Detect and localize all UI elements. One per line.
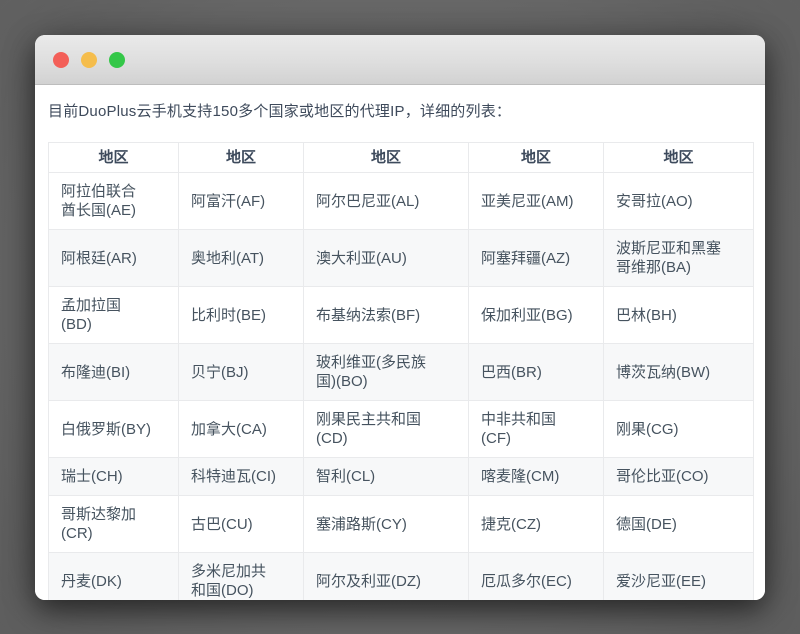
region-cell: 喀麦隆(CM) [469, 458, 604, 496]
region-column-header: 地区 [469, 143, 604, 173]
region-cell: 德国(DE) [604, 496, 754, 553]
window-titlebar[interactable] [35, 35, 765, 85]
intro-text: 目前DuoPlus云手机支持150多个国家或地区的代理IP，详细的列表： [48, 101, 752, 123]
region-cell: 智利(CL) [304, 458, 469, 496]
page-content: 目前DuoPlus云手机支持150多个国家或地区的代理IP，详细的列表： 地区地… [35, 85, 765, 600]
region-cell: 阿根廷(AR) [49, 230, 179, 287]
region-cell: 澳大利亚(AU) [304, 230, 469, 287]
region-cell: 阿尔及利亚(DZ) [304, 553, 469, 601]
region-cell: 古巴(CU) [179, 496, 304, 553]
region-cell: 亚美尼亚(AM) [469, 173, 604, 230]
region-cell: 阿拉伯联合 酋长国(AE) [49, 173, 179, 230]
region-cell: 巴林(BH) [604, 287, 754, 344]
maximize-button[interactable] [109, 52, 125, 68]
region-cell: 厄瓜多尔(EC) [469, 553, 604, 601]
region-cell: 捷克(CZ) [469, 496, 604, 553]
table-row: 布隆迪(BI)贝宁(BJ)玻利维亚(多民族 国)(BO)巴西(BR)博茨瓦纳(B… [49, 344, 754, 401]
region-cell: 布基纳法索(BF) [304, 287, 469, 344]
region-cell: 白俄罗斯(BY) [49, 401, 179, 458]
region-cell: 加拿大(CA) [179, 401, 304, 458]
region-cell: 塞浦路斯(CY) [304, 496, 469, 553]
region-cell: 奥地利(AT) [179, 230, 304, 287]
window-controls [53, 52, 125, 68]
region-table: 地区地区地区地区地区 阿拉伯联合 酋长国(AE)阿富汗(AF)阿尔巴尼亚(AL)… [48, 142, 754, 600]
table-row: 哥斯达黎加 (CR)古巴(CU)塞浦路斯(CY)捷克(CZ)德国(DE) [49, 496, 754, 553]
desktop-background: { "window": { "controls": [ { "name": "c… [0, 35, 800, 634]
region-cell: 瑞士(CH) [49, 458, 179, 496]
table-header-row: 地区地区地区地区地区 [49, 143, 754, 173]
region-cell: 刚果民主共和国 (CD) [304, 401, 469, 458]
table-row: 丹麦(DK)多米尼加共 和国(DO)阿尔及利亚(DZ)厄瓜多尔(EC)爱沙尼亚(… [49, 553, 754, 601]
region-cell: 阿尔巴尼亚(AL) [304, 173, 469, 230]
region-cell: 波斯尼亚和黑塞 哥维那(BA) [604, 230, 754, 287]
region-cell: 巴西(BR) [469, 344, 604, 401]
region-cell: 比利时(BE) [179, 287, 304, 344]
table-row: 白俄罗斯(BY)加拿大(CA)刚果民主共和国 (CD)中非共和国 (CF)刚果(… [49, 401, 754, 458]
region-cell: 哥伦比亚(CO) [604, 458, 754, 496]
region-cell: 爱沙尼亚(EE) [604, 553, 754, 601]
region-cell: 刚果(CG) [604, 401, 754, 458]
region-cell: 阿富汗(AF) [179, 173, 304, 230]
region-cell: 阿塞拜疆(AZ) [469, 230, 604, 287]
region-column-header: 地区 [604, 143, 754, 173]
region-column-header: 地区 [179, 143, 304, 173]
minimize-button[interactable] [81, 52, 97, 68]
app-window: 目前DuoPlus云手机支持150多个国家或地区的代理IP，详细的列表： 地区地… [35, 35, 765, 600]
table-row: 瑞士(CH)科特迪瓦(CI)智利(CL)喀麦隆(CM)哥伦比亚(CO) [49, 458, 754, 496]
region-cell: 布隆迪(BI) [49, 344, 179, 401]
region-cell: 玻利维亚(多民族 国)(BO) [304, 344, 469, 401]
region-cell: 多米尼加共 和国(DO) [179, 553, 304, 601]
table-row: 阿根廷(AR)奥地利(AT)澳大利亚(AU)阿塞拜疆(AZ)波斯尼亚和黑塞 哥维… [49, 230, 754, 287]
region-cell: 中非共和国 (CF) [469, 401, 604, 458]
region-column-header: 地区 [304, 143, 469, 173]
region-cell: 哥斯达黎加 (CR) [49, 496, 179, 553]
region-cell: 孟加拉国 (BD) [49, 287, 179, 344]
region-column-header: 地区 [49, 143, 179, 173]
region-table-body: 阿拉伯联合 酋长国(AE)阿富汗(AF)阿尔巴尼亚(AL)亚美尼亚(AM)安哥拉… [49, 173, 754, 601]
region-cell: 贝宁(BJ) [179, 344, 304, 401]
close-button[interactable] [53, 52, 69, 68]
region-cell: 博茨瓦纳(BW) [604, 344, 754, 401]
region-cell: 保加利亚(BG) [469, 287, 604, 344]
region-cell: 丹麦(DK) [49, 553, 179, 601]
table-row: 孟加拉国 (BD)比利时(BE)布基纳法索(BF)保加利亚(BG)巴林(BH) [49, 287, 754, 344]
region-cell: 科特迪瓦(CI) [179, 458, 304, 496]
region-cell: 安哥拉(AO) [604, 173, 754, 230]
table-row: 阿拉伯联合 酋长国(AE)阿富汗(AF)阿尔巴尼亚(AL)亚美尼亚(AM)安哥拉… [49, 173, 754, 230]
